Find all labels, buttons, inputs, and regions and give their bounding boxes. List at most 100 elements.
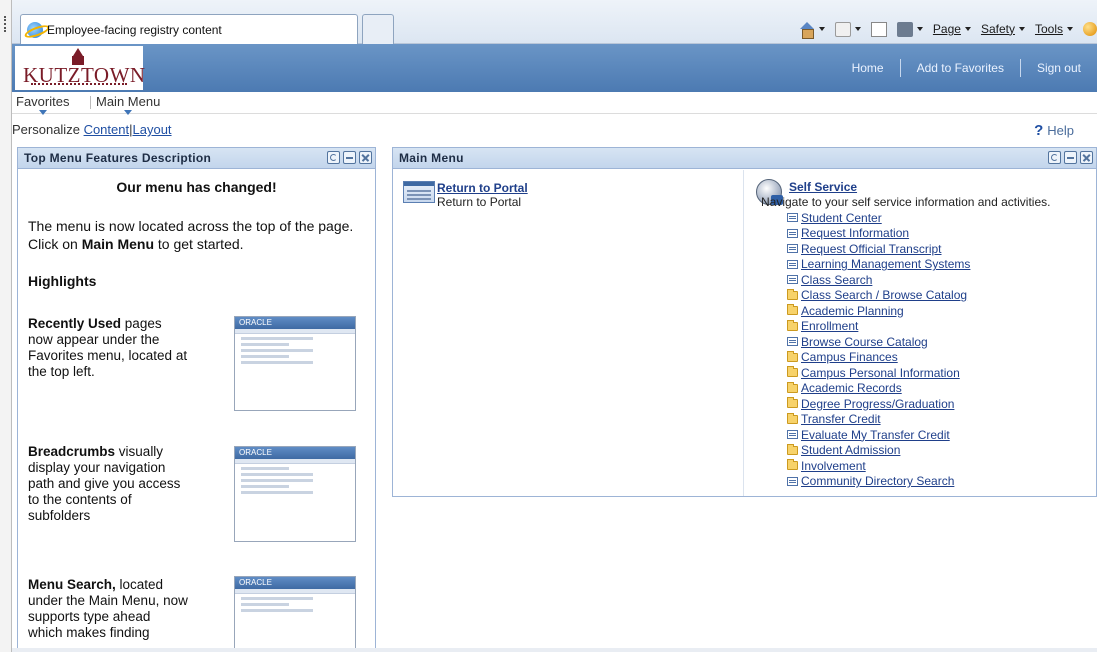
folder-icon	[787, 459, 798, 471]
menu-item-link[interactable]: Transfer Credit	[801, 412, 881, 426]
thumb-line	[241, 337, 313, 340]
read-mail-button[interactable]	[870, 21, 887, 37]
refresh-icon[interactable]	[327, 151, 340, 164]
menu-item[interactable]: Class Search / Browse Catalog	[787, 288, 970, 304]
pagelet-main-menu: Main Menu Return to Portal Return to Por…	[392, 147, 1097, 497]
close-icon[interactable]	[1080, 151, 1093, 164]
tools-menu[interactable]: Tools	[1035, 22, 1073, 36]
chevron-down-icon	[964, 27, 971, 31]
thumb-line	[241, 485, 289, 488]
self-service-desc: Navigate to your self service informatio…	[761, 195, 1051, 209]
menu-item[interactable]: Involvement	[787, 458, 970, 474]
add-to-favorites-link[interactable]: Add to Favorites	[901, 61, 1020, 75]
menu-changed-heading: Our menu has changed!	[116, 179, 277, 195]
menu-item[interactable]: Student Admission	[787, 443, 970, 459]
status-edge	[12, 648, 1097, 652]
menu-item[interactable]: Class Search	[787, 272, 970, 288]
menu-item[interactable]: Request Information	[787, 226, 970, 242]
menu-item-link[interactable]: Degree Progress/Graduation	[801, 397, 954, 411]
minimize-icon[interactable]	[1064, 151, 1077, 164]
menu-item[interactable]: Academic Planning	[787, 303, 970, 319]
menu-item-link[interactable]: Academic Records	[801, 381, 902, 395]
menu-item-link[interactable]: Browse Course Catalog	[801, 335, 928, 349]
thumb-nav	[235, 459, 355, 464]
window-edge	[0, 0, 12, 652]
sign-out-link[interactable]: Sign out	[1021, 61, 1097, 75]
folder-icon	[787, 304, 798, 316]
kutztown-logo[interactable]: KUTZTOWN	[15, 46, 145, 90]
personalize-layout-link[interactable]: Layout	[133, 122, 172, 137]
personalize-content-link[interactable]: Content	[84, 122, 130, 137]
new-tab-button[interactable]	[362, 14, 394, 44]
help-link[interactable]: ? Help	[1034, 122, 1074, 139]
read-mail-icon	[870, 21, 887, 37]
portal-header: KUTZTOWN Home Add to Favorites Sign out	[12, 44, 1097, 92]
portal-window-icon[interactable]	[403, 181, 435, 203]
menu-item-link[interactable]: Evaluate My Transfer Credit	[801, 428, 950, 442]
pagelet-header: Top Menu Features Description	[18, 148, 375, 169]
return-to-portal-link[interactable]: Return to Portal	[437, 181, 528, 195]
pagelet-title: Main Menu	[399, 151, 464, 165]
help-icon[interactable]	[1083, 22, 1097, 36]
menu-item[interactable]: Campus Finances	[787, 350, 970, 366]
menu-item-link[interactable]: Class Search / Browse Catalog	[801, 288, 967, 302]
minimize-icon[interactable]	[343, 151, 356, 164]
menu-item-link[interactable]: Student Admission	[801, 443, 900, 457]
menu-item[interactable]: Browse Course Catalog	[787, 334, 970, 350]
personalize-bar: Personalize Content|Layout	[12, 122, 172, 137]
pagelet-title: Top Menu Features Description	[24, 151, 212, 165]
browser-tab-bar: Employee-facing registry content Page Sa…	[12, 0, 1097, 44]
help-label: Help	[1047, 123, 1074, 138]
menu-item-link[interactable]: Learning Management Systems	[801, 257, 970, 271]
highlights-heading: Highlights	[28, 273, 97, 289]
menu-item[interactable]: Request Official Transcript	[787, 241, 970, 257]
folder-icon	[787, 397, 798, 409]
menu-item[interactable]: Community Directory Search	[787, 474, 970, 490]
menu-item[interactable]: Campus Personal Information	[787, 365, 970, 381]
menu-item-link[interactable]: Class Search	[801, 273, 872, 287]
folder-icon	[787, 350, 798, 362]
safety-menu[interactable]: Safety	[981, 22, 1025, 36]
home-link[interactable]: Home	[836, 61, 900, 75]
menu-item-link[interactable]: Campus Finances	[801, 350, 898, 364]
grip-dots	[4, 16, 7, 32]
print-button[interactable]	[896, 21, 923, 37]
refresh-icon[interactable]	[1048, 151, 1061, 164]
feeds-button[interactable]	[834, 21, 861, 37]
intro-text-bold: Main Menu	[81, 236, 155, 252]
menu-item[interactable]: Academic Records	[787, 381, 970, 397]
nav-favorites[interactable]: Favorites	[16, 94, 69, 115]
feature-recently-used: Recently Used pages now appear under the…	[28, 316, 188, 380]
menu-item-link[interactable]: Enrollment	[801, 319, 858, 333]
pagelet-controls	[327, 151, 372, 164]
page-menu[interactable]: Page	[933, 22, 971, 36]
menu-item[interactable]: Degree Progress/Graduation	[787, 396, 970, 412]
thumb-nav	[235, 589, 355, 594]
menu-item-link[interactable]: Student Center	[801, 211, 882, 225]
menu-item-link[interactable]: Involvement	[801, 459, 866, 473]
pagelet-header: Main Menu	[393, 148, 1096, 169]
menu-item[interactable]: Enrollment	[787, 319, 970, 335]
nav-main-menu[interactable]: Main Menu	[96, 94, 160, 115]
menu-item-link[interactable]: Campus Personal Information	[801, 366, 960, 380]
self-service-link[interactable]: Self Service	[789, 180, 857, 194]
thumb-line	[241, 343, 289, 346]
menu-item-link[interactable]: Community Directory Search	[801, 474, 954, 488]
chevron-down-icon	[854, 27, 861, 31]
menu-item-link[interactable]: Request Official Transcript	[801, 242, 942, 256]
thumb-line	[241, 467, 289, 470]
thumb-oracle-logo: ORACLE	[235, 317, 355, 329]
chevron-down-icon	[1067, 27, 1073, 31]
menu-item[interactable]: Learning Management Systems	[787, 257, 970, 273]
menu-item[interactable]: Evaluate My Transfer Credit	[787, 427, 970, 443]
browser-tab[interactable]: Employee-facing registry content	[20, 14, 358, 44]
menu-item[interactable]: Transfer Credit	[787, 412, 970, 428]
page-icon	[787, 275, 798, 285]
menu-item[interactable]: Student Center	[787, 210, 970, 226]
menu-item-link[interactable]: Request Information	[801, 226, 909, 240]
home-button[interactable]	[799, 21, 825, 39]
breadcrumbs-screenshot: ORACLE	[234, 446, 356, 542]
pagelet-top-menu-features: Top Menu Features Description Our menu h…	[17, 147, 376, 652]
close-icon[interactable]	[359, 151, 372, 164]
menu-item-link[interactable]: Academic Planning	[801, 304, 904, 318]
